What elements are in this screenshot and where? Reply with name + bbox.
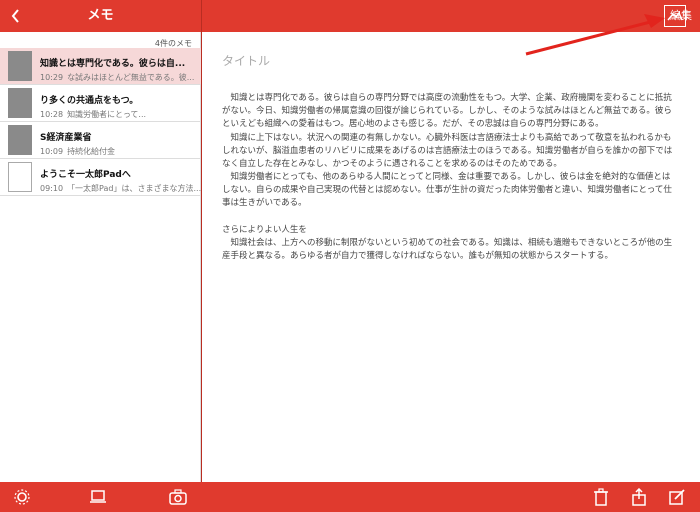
- memo-sidebar: 4件のメモ 知識とは専門化である。彼らは自... 10:29 な試みはほとんど無益…: [0, 32, 201, 482]
- memo-time: 09:10: [40, 184, 64, 193]
- compose-button[interactable]: [666, 485, 688, 509]
- document-icon: [8, 162, 32, 192]
- list-item[interactable]: り多くの共通点をもつ。 10:28 知識労働者にとって...: [0, 85, 201, 122]
- bottom-toolbar: [0, 482, 700, 512]
- memo-editor: タイトル 知識とは専門化である。彼らは自らの専門分野では高度の流動性をもつ。大学…: [202, 32, 700, 482]
- memo-preview: 「一太郎Pad」は、さまざまな方法...: [67, 184, 202, 193]
- pointer-arrow: [525, 14, 665, 56]
- list-item[interactable]: 知識とは専門化である。彼らは自... 10:29 な試みはほとんど無益である。彼.…: [0, 48, 201, 85]
- memo-time: 10:29: [40, 73, 64, 82]
- memo-title: ようこそ一太郎Padへ: [40, 170, 131, 180]
- memo-title-field[interactable]: タイトル: [222, 52, 270, 69]
- tablet-button[interactable]: [86, 485, 110, 509]
- camera-icon: [169, 489, 187, 505]
- trash-icon: [593, 488, 609, 506]
- settings-button[interactable]: [10, 485, 34, 509]
- scan-thumbnail: [8, 125, 32, 155]
- memo-preview: な試みはほとんど無益である。彼...: [67, 73, 195, 82]
- memo-time: 10:09: [40, 147, 64, 156]
- page-title: メモ: [87, 8, 114, 23]
- list-item[interactable]: S経済産業省 10:09 持続化給付金: [0, 122, 201, 159]
- memo-title: 知識とは専門化である。彼らは自...: [40, 59, 186, 69]
- camera-button[interactable]: [166, 485, 190, 509]
- memo-preview: 持続化給付金: [67, 147, 116, 156]
- share-icon: [631, 488, 647, 506]
- memo-title: S経済産業省: [40, 133, 92, 143]
- share-button[interactable]: [628, 485, 650, 509]
- scan-thumbnail: [8, 88, 32, 118]
- list-item[interactable]: ようこそ一太郎Padへ 09:10 「一太郎Pad」は、さまざまな方法...: [0, 159, 201, 196]
- tablet-icon: [89, 488, 107, 506]
- memo-time: 10:28: [40, 110, 64, 119]
- compose-icon: [669, 488, 685, 506]
- memo-meta: 09:10 「一太郎Pad」は、さまざまな方法...: [40, 183, 201, 194]
- delete-button[interactable]: [590, 485, 612, 509]
- memo-title: り多くの共通点をもつ。: [40, 96, 139, 106]
- scan-thumbnail: [8, 51, 32, 81]
- memo-meta: 10:29 な試みはほとんど無益である。彼...: [40, 72, 194, 83]
- gear-icon: [13, 488, 31, 506]
- memo-meta: 10:28 知識労働者にとって...: [40, 109, 146, 120]
- memo-body-text[interactable]: 知識とは専門化である。彼らは自らの専門分野では高度の流動性をもつ。大学、企業、政…: [222, 92, 677, 263]
- memo-meta: 10:09 持続化給付金: [40, 146, 115, 157]
- memo-preview: 知識労働者にとって...: [67, 110, 147, 119]
